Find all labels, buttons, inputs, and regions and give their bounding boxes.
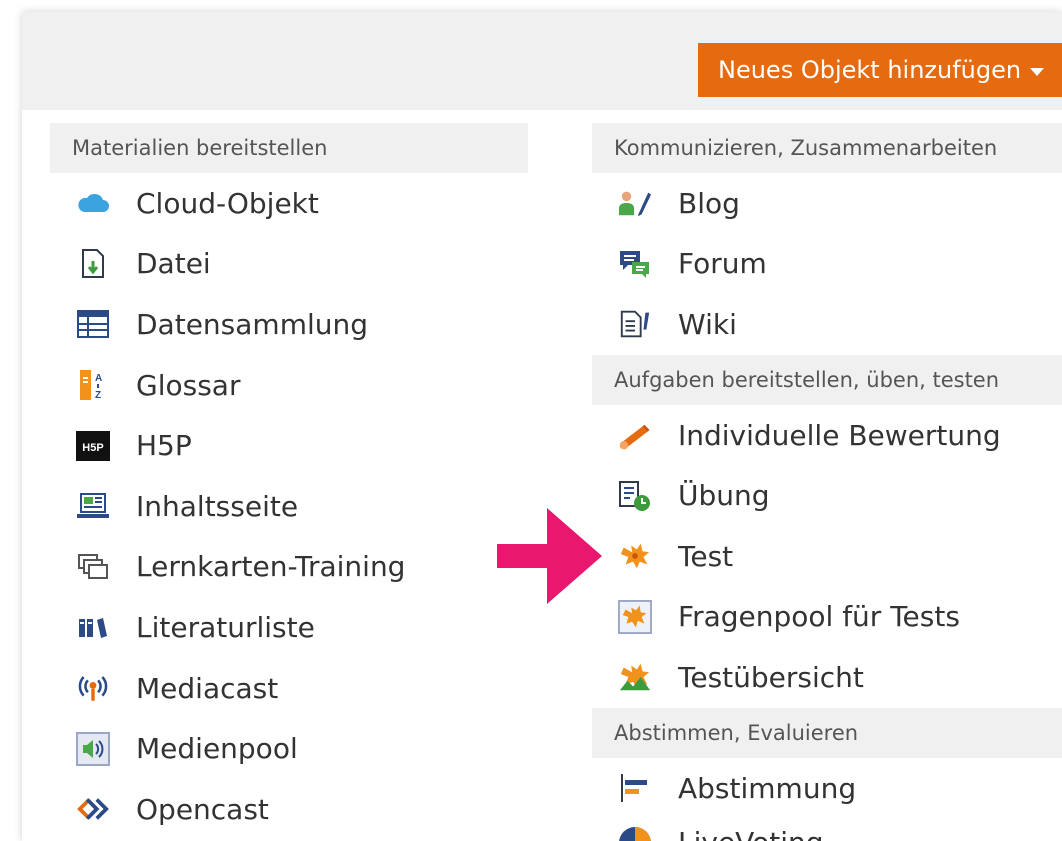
menu-item-label: Inhaltsseite xyxy=(136,489,299,523)
menu-item-label: Opencast xyxy=(136,792,269,826)
menu-item-label: Abstimmung xyxy=(678,771,857,805)
right-column: Kommunizieren, Zusammenarbeiten Blog For… xyxy=(592,123,1062,841)
menu-item-blog[interactable]: Blog xyxy=(592,173,1062,234)
menu-item-label: LiveVoting xyxy=(678,826,824,841)
menu-item-forum[interactable]: Forum xyxy=(592,234,1062,295)
mediapool-icon xyxy=(76,731,110,766)
menu-item-label: Forum xyxy=(678,247,767,281)
live-voting-icon xyxy=(618,826,652,841)
left-column: Materialien bereitstellen Cloud-Objekt D… xyxy=(50,123,528,840)
menu-item-label: Medienpool xyxy=(136,732,298,766)
menu-item-label: Glossar xyxy=(136,368,241,402)
group-header-voting: Abstimmen, Evaluieren xyxy=(592,707,1062,758)
forum-icon xyxy=(618,247,652,281)
menu-item-label: Blog xyxy=(678,186,740,220)
blog-icon xyxy=(618,186,652,220)
svg-text:H5P: H5P xyxy=(82,442,103,454)
group-header-communicate: Kommunizieren, Zusammenarbeiten xyxy=(592,123,1062,173)
cloud-icon xyxy=(76,186,110,220)
test-overview-icon xyxy=(618,660,652,694)
menu-item-test[interactable]: Test xyxy=(592,526,1062,587)
bibliography-icon xyxy=(76,610,110,644)
menu-item-bibliography[interactable]: Literaturliste xyxy=(50,597,528,658)
menu-item-label: Individuelle Bewertung xyxy=(678,418,1001,452)
menu-item-live-voting[interactable]: LiveVoting xyxy=(592,818,1062,841)
exercise-icon xyxy=(618,479,652,513)
menu-item-poll[interactable]: Abstimmung xyxy=(592,758,1062,819)
table-icon xyxy=(76,307,110,341)
menu-item-exercise[interactable]: Übung xyxy=(592,465,1062,526)
menu-item-wiki[interactable]: Wiki xyxy=(592,294,1062,355)
menu-item-individual-assessment[interactable]: Individuelle Bewertung xyxy=(592,405,1062,466)
menu-item-mediapool[interactable]: Medienpool xyxy=(50,718,528,779)
menu-item-label: Wiki xyxy=(678,307,737,341)
menu-item-label: Test xyxy=(678,539,734,573)
caret-down-icon xyxy=(1030,67,1045,76)
test-icon xyxy=(618,539,652,573)
flashcards-icon xyxy=(76,550,110,584)
menu-item-mediacast[interactable]: Mediacast xyxy=(50,658,528,719)
menu-item-data-collection[interactable]: Datensammlung xyxy=(50,294,528,355)
content-page-icon xyxy=(76,489,110,523)
menu-item-label: Fragenpool für Tests xyxy=(678,600,960,634)
menu-item-question-pool[interactable]: Fragenpool für Tests xyxy=(592,587,1062,648)
add-new-object-button[interactable]: Neues Objekt hinzufügen xyxy=(698,43,1062,97)
menu-item-label: Übung xyxy=(678,479,770,513)
menu-item-file[interactable]: Datei xyxy=(50,234,528,295)
menu-item-label: Literaturliste xyxy=(136,610,315,644)
create-object-panel: Neues Objekt hinzufügen Materialien bere… xyxy=(22,12,1062,841)
menu-item-flashcards[interactable]: Lernkarten-Training xyxy=(50,537,528,598)
menu-item-label: H5P xyxy=(136,429,192,463)
menu-item-content-page[interactable]: Inhaltsseite xyxy=(50,476,528,537)
group-header-materials: Materialien bereitstellen xyxy=(50,123,528,173)
menu-item-opencast[interactable]: Opencast xyxy=(50,779,528,840)
mediacast-icon xyxy=(76,671,110,705)
wiki-icon xyxy=(618,307,652,341)
menu-item-label: Datei xyxy=(136,247,211,281)
menu-item-test-overview[interactable]: Testübersicht xyxy=(592,647,1062,708)
menu-item-glossary[interactable]: AZ Glossar xyxy=(50,355,528,416)
toolbar: Neues Objekt hinzufügen xyxy=(22,12,1062,110)
poll-icon xyxy=(618,771,652,805)
question-pool-icon xyxy=(618,599,652,634)
individual-assessment-icon xyxy=(618,418,652,452)
menu-item-label: Testübersicht xyxy=(678,660,864,694)
pointer-arrow-icon xyxy=(497,508,602,604)
glossary-icon: AZ xyxy=(76,368,110,402)
svg-text:Z: Z xyxy=(95,390,101,401)
add-new-object-label: Neues Objekt hinzufügen xyxy=(718,56,1022,84)
menu-item-h5p[interactable]: H5P H5P xyxy=(50,415,528,476)
menu-item-label: Lernkarten-Training xyxy=(136,550,406,584)
menu-item-label: Datensammlung xyxy=(136,307,369,341)
opencast-icon xyxy=(76,792,110,826)
file-icon xyxy=(76,247,110,281)
group-header-tasks: Aufgaben bereitstellen, üben, testen xyxy=(592,354,1062,405)
menu-item-label: Mediacast xyxy=(136,671,279,705)
menu-item-cloud-object[interactable]: Cloud-Objekt xyxy=(50,173,528,234)
menu-item-label: Cloud-Objekt xyxy=(136,186,319,220)
h5p-icon: H5P xyxy=(76,429,110,463)
svg-text:A: A xyxy=(95,373,102,384)
